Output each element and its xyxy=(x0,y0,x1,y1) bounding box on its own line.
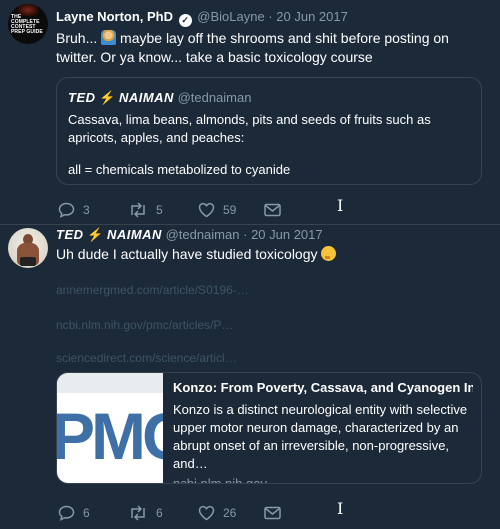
quoted-line-1: Cassava, lima beans, almonds, pits and s… xyxy=(68,112,431,145)
avatar-shorts xyxy=(20,257,36,266)
tweet-header: TED ⚡ NAIMAN @tednaiman · 20 Jun 2017 xyxy=(56,227,323,243)
author-name-2[interactable]: NAIMAN xyxy=(107,227,162,242)
tweet-actions: 6 6 26 xyxy=(56,503,476,523)
like-count: 59 xyxy=(223,203,237,217)
reply-icon xyxy=(58,202,75,218)
text-cursor-icon: I xyxy=(337,196,344,215)
quoted-author-name-2: NAIMAN xyxy=(118,90,174,105)
quoted-line-2: all = chemicals metabolized to cyanide xyxy=(68,162,291,177)
separator: · xyxy=(243,227,248,242)
card-body: Konzo: From Poverty, Cassava, and Cyanog… xyxy=(173,379,473,484)
link-preview-card[interactable]: PMC Konzo: From Poverty, Cassava, and Cy… xyxy=(56,372,482,484)
reply-button[interactable]: 3 xyxy=(58,200,90,220)
person-facepalming-emoji xyxy=(101,30,117,45)
card-image: PMC xyxy=(57,373,163,483)
quoted-tweet-header: TED ⚡ NAIMAN @tednaiman xyxy=(68,90,251,106)
lightning-bolt-icon: ⚡ xyxy=(87,227,104,242)
tweet-1[interactable]: THE COMPLETE CONTEST PREP GUIDE Layne No… xyxy=(0,0,500,225)
verified-badge-icon: ✓ xyxy=(178,14,192,27)
avatar-text: THE COMPLETE CONTEST PREP GUIDE xyxy=(11,14,43,35)
heart-icon xyxy=(198,202,215,218)
quoted-tweet-text: Cassava, lima beans, almonds, pits and s… xyxy=(68,111,468,179)
avatar[interactable] xyxy=(8,228,48,268)
envelope-icon xyxy=(264,203,281,217)
retweet-button[interactable]: 5 xyxy=(128,200,163,220)
card-title: Konzo: From Poverty, Cassava, and Cyanog… xyxy=(173,380,473,395)
text-cursor-icon: I xyxy=(337,499,344,518)
retweet-button[interactable]: 6 xyxy=(128,503,163,523)
retweet-count: 6 xyxy=(156,506,163,520)
envelope-icon xyxy=(264,506,281,520)
reply-button[interactable]: 6 xyxy=(58,503,90,523)
tweet-date[interactable]: 20 Jun 2017 xyxy=(251,227,323,242)
thinking-face-emoji xyxy=(321,246,337,261)
link-annemergmed[interactable]: annemergmed.com/article/S0196-… xyxy=(56,283,249,297)
tweet-actions: 3 5 59 xyxy=(56,200,476,220)
quoted-author-name: TED xyxy=(68,90,96,105)
author-name[interactable]: Layne Norton, PhD xyxy=(56,9,173,24)
retweet-count: 5 xyxy=(156,203,163,217)
author-handle[interactable]: @BioLayne xyxy=(197,9,264,24)
retweet-icon xyxy=(131,202,145,218)
card-image-band xyxy=(57,373,163,393)
card-description: Konzo is a distinct neurological entity … xyxy=(173,402,468,471)
quoted-tweet[interactable]: TED ⚡ NAIMAN @tednaiman Cassava, lima be… xyxy=(56,77,482,185)
card-domain: ncbi.nlm.nih.gov xyxy=(173,476,267,484)
tweet-text: Bruh... maybe lay off the shrooms and sh… xyxy=(56,29,486,67)
retweet-icon xyxy=(131,505,145,521)
author-name[interactable]: TED xyxy=(56,227,84,242)
tweet-date[interactable]: 20 Jun 2017 xyxy=(276,9,348,24)
like-button[interactable]: 26 xyxy=(198,503,236,523)
tweet-header: Layne Norton, PhD ✓ @BioLayne · 20 Jun 2… xyxy=(56,9,348,27)
reply-count: 6 xyxy=(83,506,90,520)
tweet-text-part1: Bruh... xyxy=(56,30,98,46)
link-ncbi[interactable]: ncbi.nlm.nih.gov/pmc/articles/P… xyxy=(56,318,233,332)
pmc-logo: PMC xyxy=(57,399,163,473)
avatar[interactable]: THE COMPLETE CONTEST PREP GUIDE xyxy=(8,4,48,44)
quoted-author-handle: @tednaiman xyxy=(177,90,252,105)
heart-icon xyxy=(198,505,215,521)
lightning-bolt-icon: ⚡ xyxy=(99,90,116,105)
like-count: 26 xyxy=(223,506,237,520)
tweet-text: Uh dude I actually have studied toxicolo… xyxy=(56,245,486,264)
author-handle[interactable]: @tednaiman xyxy=(166,227,240,242)
separator: · xyxy=(268,9,273,24)
like-button[interactable]: 59 xyxy=(198,200,236,220)
message-button[interactable] xyxy=(264,503,281,523)
reply-count: 3 xyxy=(83,203,90,217)
tweet-text-body: Uh dude I actually have studied toxicolo… xyxy=(56,246,318,262)
message-button[interactable] xyxy=(264,200,281,220)
link-sciencedirect[interactable]: sciencedirect.com/science/articl… xyxy=(56,351,237,365)
reply-icon xyxy=(58,505,75,521)
